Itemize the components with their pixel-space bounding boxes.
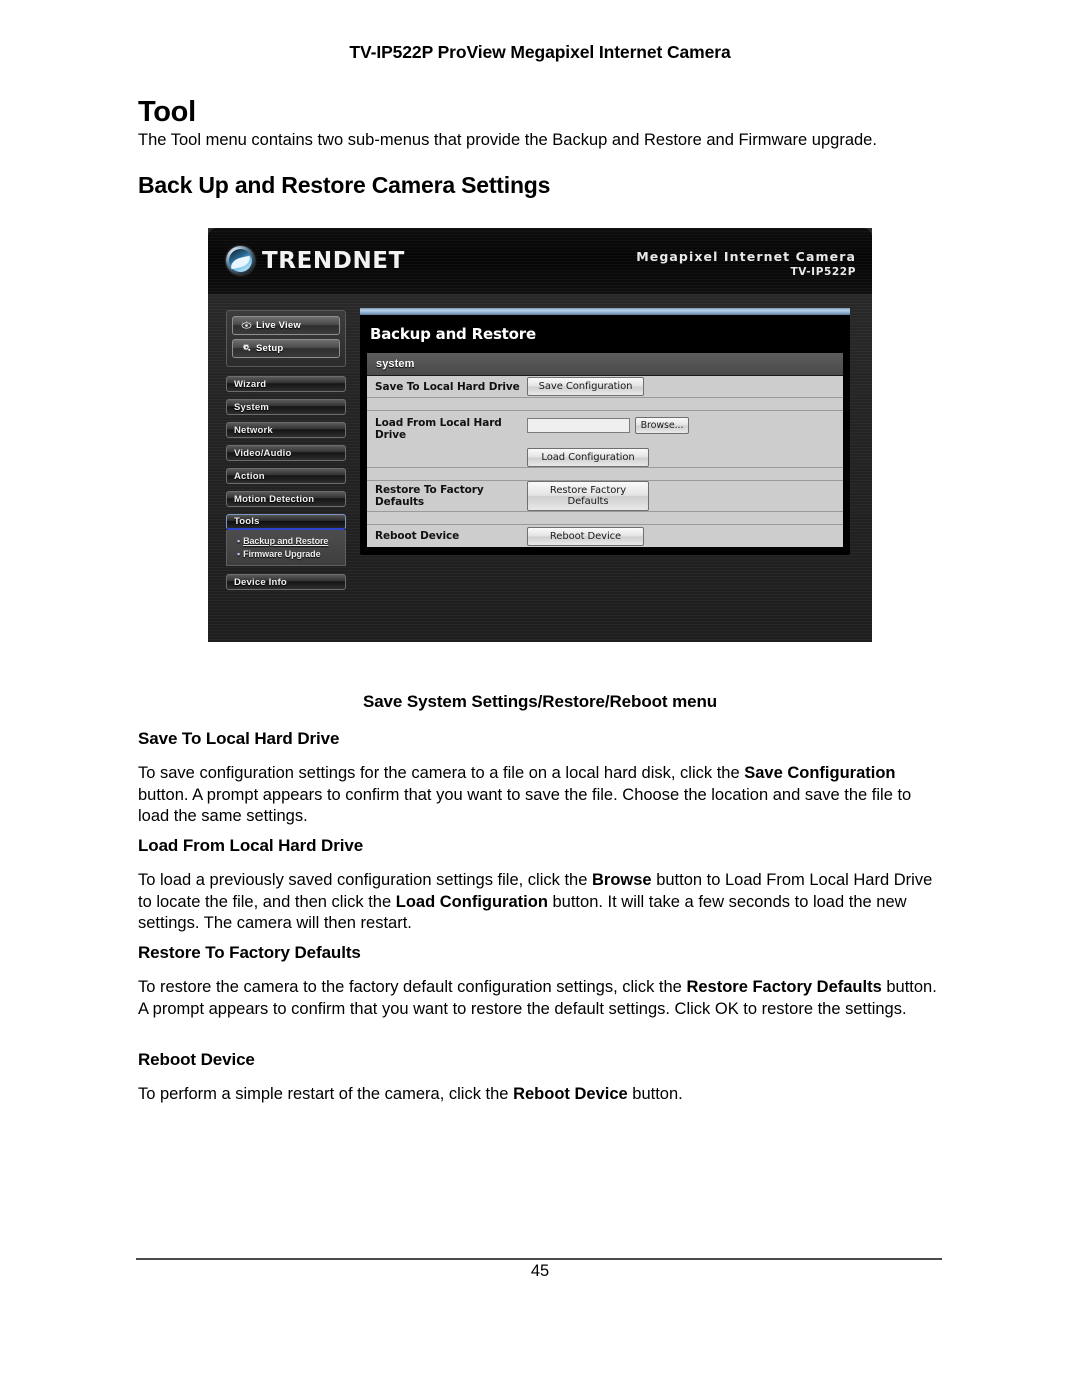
backup-restore-panel: Backup and Restore system Save To Local …	[360, 308, 850, 555]
sidebar-item-system[interactable]: System	[226, 399, 346, 415]
camera-sidebar: Live View Setup Wizard System Network Vi…	[226, 310, 346, 597]
sidebar-item-label: Device Info	[234, 576, 287, 588]
sidebar-item-label: Action	[234, 470, 265, 482]
submenu-item-firmware-upgrade[interactable]: • Firmware Upgrade	[227, 547, 345, 560]
logo-text-upper: TREND	[262, 247, 353, 274]
sidebar-item-label: Video/Audio	[234, 447, 292, 459]
sidebar-item-label: Network	[234, 424, 273, 436]
sidebar-item-motion-detection[interactable]: Motion Detection	[226, 491, 346, 507]
sidebar-item-network[interactable]: Network	[226, 422, 346, 438]
live-view-label: Live View	[256, 320, 301, 331]
live-view-button[interactable]: Live View	[232, 316, 340, 335]
row-label: Restore To Factory Defaults	[375, 484, 484, 508]
sidebar-item-device-info[interactable]: Device Info	[226, 574, 346, 590]
section-heading: Save To Local Hard Drive	[138, 729, 340, 748]
running-header: TV-IP522P ProView Megapixel Internet Cam…	[349, 42, 731, 62]
reboot-device-button[interactable]: Reboot Device	[527, 526, 644, 546]
table-row-spacer	[367, 512, 843, 525]
table-row-reboot-device: Reboot Device Reboot Device	[367, 525, 843, 547]
section-body: To load a previously saved configuration…	[138, 871, 933, 932]
page-number: 45	[530, 1262, 550, 1280]
row-label: Reboot Device	[375, 530, 460, 542]
section-heading: Restore To Factory Defaults	[138, 943, 361, 962]
table-row-save-to-local: Save To Local Hard Drive Save Configurat…	[367, 376, 843, 398]
mode-button-group: Live View Setup	[226, 310, 346, 367]
section-reboot-device: Reboot Device To perform a simple restar…	[138, 1050, 938, 1106]
document-page: TV-IP522P ProView Megapixel Internet Cam…	[0, 0, 1080, 1397]
sidebar-item-tools[interactable]: Tools	[226, 514, 346, 530]
submenu-item-backup-and-restore[interactable]: • Backup and Restore	[227, 534, 345, 547]
table-header-system: system	[367, 353, 843, 376]
product-branding: Megapixel Internet Camera TV-IP522P	[636, 249, 856, 278]
submenu-item-label: Firmware Upgrade	[243, 548, 321, 559]
logo-text-lower: NET	[352, 247, 405, 274]
submenu-item-label: Backup and Restore	[243, 535, 329, 546]
trendnet-globe-icon	[226, 246, 255, 275]
intro-paragraph: The Tool menu contains two sub-menus tha…	[138, 131, 877, 149]
trendnet-wordmark: TRENDNET	[262, 248, 405, 274]
row-control-secondary: Load Configuration	[367, 448, 843, 467]
sidebar-item-label: Motion Detection	[234, 493, 315, 505]
row-control: Reboot Device	[527, 526, 843, 546]
row-control: Save Configuration	[527, 377, 843, 396]
sidebar-item-label: System	[234, 401, 269, 413]
section-body: To perform a simple restart of the camer…	[138, 1085, 683, 1103]
tools-submenu: • Backup and Restore • Firmware Upgrade	[226, 530, 346, 566]
browse-button[interactable]: Browse...	[635, 417, 689, 434]
camera-ui-screenshot: TRENDNET Megapixel Internet Camera TV-IP…	[208, 228, 872, 642]
setup-button[interactable]: Setup	[232, 339, 340, 358]
page-title: Tool	[138, 96, 196, 128]
row-control: Browse...	[527, 417, 843, 434]
row-label: Save To Local Hard Drive	[375, 380, 520, 393]
panel-title: Backup and Restore	[370, 325, 536, 343]
sidebar-item-label: Wizard	[234, 378, 267, 390]
config-file-input[interactable]	[527, 418, 630, 433]
sidebar-item-wizard[interactable]: Wizard	[226, 376, 346, 392]
section-body: To save configuration settings for the c…	[138, 764, 912, 825]
sidebar-item-video-audio[interactable]: Video/Audio	[226, 445, 346, 461]
section-heading-backup: Back Up and Restore Camera Settings	[138, 172, 551, 198]
sidebar-item-action[interactable]: Action	[226, 468, 346, 484]
bullet-icon: •	[237, 548, 241, 559]
load-configuration-button[interactable]: Load Configuration	[527, 448, 649, 467]
row-label: Load From Local Hard Drive	[375, 417, 502, 441]
footer-divider	[136, 1258, 942, 1260]
save-configuration-button[interactable]: Save Configuration	[527, 377, 644, 396]
table-row-spacer	[367, 398, 843, 411]
section-load-from-local-hard-drive: Load From Local Hard Drive To load a pre…	[138, 836, 938, 935]
bullet-icon: •	[237, 535, 241, 546]
table-row-load-from-local: Load From Local Hard Drive Browse... Loa…	[367, 411, 843, 468]
system-settings-table: system Save To Local Hard Drive Save Con…	[366, 352, 844, 548]
section-heading: Reboot Device	[138, 1050, 255, 1069]
restore-factory-defaults-button[interactable]: Restore Factory Defaults	[527, 481, 649, 511]
figure-caption: Save System Settings/Restore/Reboot menu	[362, 692, 718, 711]
product-name: Megapixel Internet Camera	[636, 249, 856, 264]
section-heading: Load From Local Hard Drive	[138, 836, 364, 855]
product-model: TV-IP522P	[790, 266, 856, 278]
section-restore-to-factory-defaults: Restore To Factory Defaults To restore t…	[138, 943, 938, 1020]
table-row-restore-defaults: Restore To Factory Defaults Restore Fact…	[367, 481, 843, 512]
eye-icon	[241, 320, 252, 331]
row-control: Restore Factory Defaults	[527, 481, 843, 511]
table-row-spacer	[367, 468, 843, 481]
gear-icon	[241, 343, 252, 354]
section-body: To restore the camera to the factory def…	[138, 978, 937, 1018]
panel-accent-bar	[360, 308, 850, 315]
trendnet-logo: TRENDNET	[226, 246, 405, 275]
sidebar-item-label: Tools	[234, 516, 260, 527]
setup-label: Setup	[256, 343, 284, 354]
section-save-to-local-hard-drive: Save To Local Hard Drive To save configu…	[138, 729, 938, 828]
